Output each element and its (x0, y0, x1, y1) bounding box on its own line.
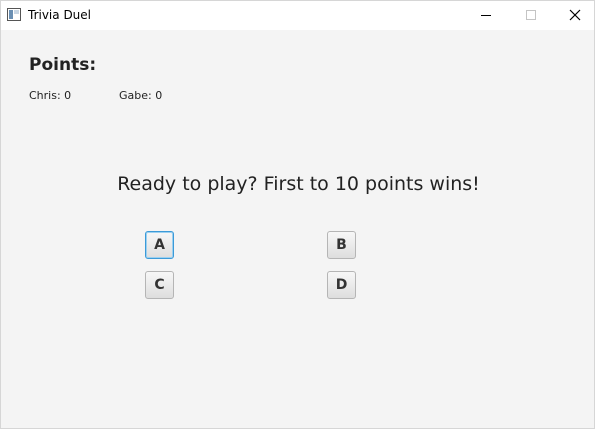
score-chris: Chris: 0 (29, 89, 72, 102)
game-message: Ready to play? First to 10 points wins! (117, 173, 480, 195)
close-button[interactable] (552, 1, 595, 30)
maximize-icon (526, 10, 536, 20)
answer-d-button[interactable]: D (327, 271, 356, 299)
points-heading: Points: (29, 55, 97, 75)
close-icon (569, 9, 581, 21)
minimize-button[interactable] (462, 1, 508, 30)
minimize-icon (481, 15, 491, 16)
maximize-button[interactable] (508, 1, 554, 30)
game-panel: Points: Chris: 0 Gabe: 0 Ready to play? … (1, 30, 594, 428)
answer-a-button[interactable]: A (145, 231, 174, 259)
app-window: Trivia Duel Points: Chris: 0 Gabe: 0 Rea… (0, 0, 595, 429)
score-gabe: Gabe: 0 (119, 89, 163, 102)
app-icon (7, 8, 21, 21)
window-title: Trivia Duel (28, 8, 91, 22)
title-bar[interactable]: Trivia Duel (1, 1, 594, 30)
answer-c-button[interactable]: C (145, 271, 174, 299)
answer-b-button[interactable]: B (327, 231, 356, 259)
